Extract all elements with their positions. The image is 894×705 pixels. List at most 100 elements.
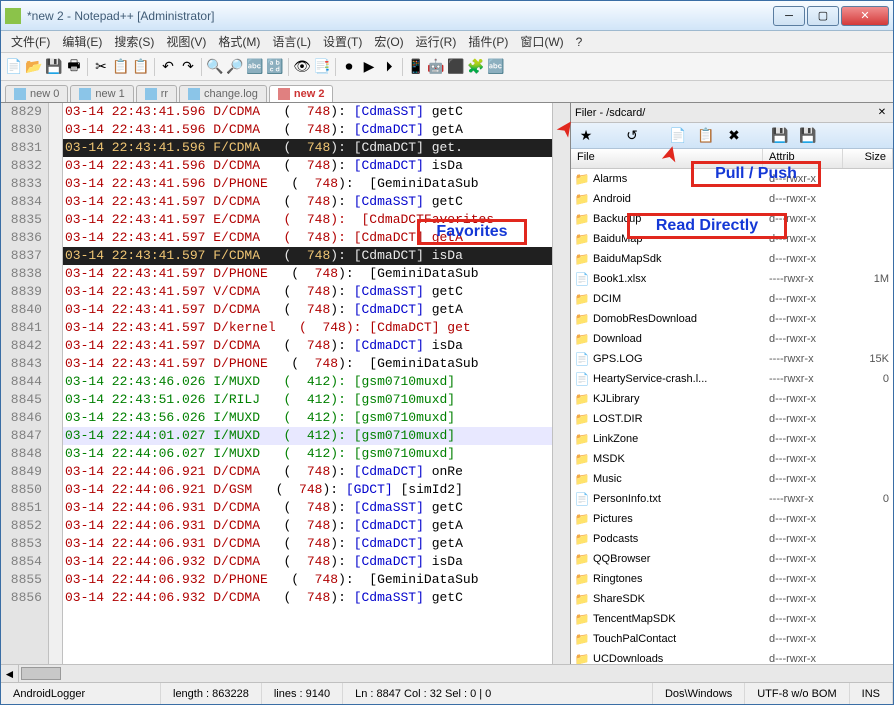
copy-icon[interactable]: 📋 bbox=[697, 127, 715, 145]
code-line[interactable]: 03-14 22:44:06.932 D/CDMA ( 748): [CdmaS… bbox=[63, 589, 552, 607]
filer-row[interactable]: TouchPalContactd---rwxr-x bbox=[571, 629, 893, 649]
tab[interactable]: new 0 bbox=[5, 85, 68, 102]
code-line[interactable]: 03-14 22:43:41.596 D/CDMA ( 748): [CdmaS… bbox=[63, 103, 552, 121]
toolbar-button[interactable]: 🔤 bbox=[487, 58, 505, 76]
filer-row[interactable]: TencentMapSDKd---rwxr-x bbox=[571, 609, 893, 629]
open-icon[interactable]: 📄 bbox=[669, 127, 687, 145]
code-line[interactable]: 03-14 22:43:41.597 D/PHONE ( 748): [Gemi… bbox=[63, 355, 552, 373]
toolbar-button[interactable]: 🤖 bbox=[427, 58, 445, 76]
filer-row[interactable]: Picturesd---rwxr-x bbox=[571, 509, 893, 529]
code-line[interactable]: 03-14 22:43:41.597 D/CDMA ( 748): [CdmaS… bbox=[63, 193, 552, 211]
editor[interactable]: 8829883088318832883388348835883688378838… bbox=[1, 103, 570, 664]
toolbar-button[interactable]: 📱 bbox=[407, 58, 425, 76]
toolbar-button[interactable]: ▶ bbox=[360, 58, 378, 76]
menu-item[interactable]: 搜索(S) bbox=[108, 31, 160, 52]
filer-row[interactable]: MSDKd---rwxr-x bbox=[571, 449, 893, 469]
code-line[interactable]: 03-14 22:43:41.597 V/CDMA ( 748): [CdmaS… bbox=[63, 283, 552, 301]
menu-item[interactable]: 编辑(E) bbox=[56, 31, 108, 52]
code-line[interactable]: 03-14 22:43:46.026 I/MUXD ( 412): [gsm07… bbox=[63, 373, 552, 391]
filer-row[interactable]: HeartyService-crash.l...----rwxr-x0 bbox=[571, 369, 893, 389]
filer-row[interactable]: ShareSDKd---rwxr-x bbox=[571, 589, 893, 609]
filer-row[interactable]: UCDownloadsd---rwxr-x bbox=[571, 649, 893, 664]
tab[interactable]: new 2 bbox=[269, 85, 334, 102]
code-line[interactable]: 03-14 22:43:41.596 D/CDMA ( 748): [CdmaD… bbox=[63, 121, 552, 139]
code-line[interactable]: 03-14 22:43:51.026 I/RILJ ( 412): [gsm07… bbox=[63, 391, 552, 409]
filer-row[interactable]: Androidd---rwxr-x bbox=[571, 189, 893, 209]
filer-row[interactable]: Musicd---rwxr-x bbox=[571, 469, 893, 489]
code-line[interactable]: 03-14 22:44:06.027 I/MUXD ( 412): [gsm07… bbox=[63, 445, 552, 463]
menu-item[interactable]: 设置(T) bbox=[317, 31, 368, 52]
filer-row[interactable]: Downloadd---rwxr-x bbox=[571, 329, 893, 349]
filer-row[interactable]: LinkZoned---rwxr-x bbox=[571, 429, 893, 449]
code-line[interactable]: 03-14 22:43:56.026 I/MUXD ( 412): [gsm07… bbox=[63, 409, 552, 427]
code-line[interactable]: 03-14 22:44:06.931 D/CDMA ( 748): [CdmaD… bbox=[63, 535, 552, 553]
horizontal-scrollbar[interactable]: ◄ bbox=[1, 664, 893, 682]
filer-row[interactable]: KJLibraryd---rwxr-x bbox=[571, 389, 893, 409]
toolbar-button[interactable]: 📑 bbox=[313, 58, 331, 76]
toolbar-button[interactable]: ⏺ bbox=[340, 58, 358, 76]
toolbar-button[interactable]: 💾 bbox=[45, 58, 63, 76]
code-line[interactable]: 03-14 22:43:41.596 D/PHONE ( 748): [Gemi… bbox=[63, 175, 552, 193]
code-line[interactable]: 03-14 22:43:41.597 D/PHONE ( 748): [Gemi… bbox=[63, 265, 552, 283]
toolbar-button[interactable]: 🔤 bbox=[246, 58, 264, 76]
menu-item[interactable]: 运行(R) bbox=[410, 31, 463, 52]
toolbar-button[interactable]: ⏵ bbox=[380, 58, 398, 76]
filer-list[interactable]: Alarmsd---rwxr-xAndroidd---rwxr-xBackucu… bbox=[571, 169, 893, 664]
toolbar-button[interactable]: 🧩 bbox=[467, 58, 485, 76]
code-line[interactable]: 03-14 22:43:41.597 D/CDMA ( 748): [CdmaD… bbox=[63, 337, 552, 355]
code-line[interactable]: 03-14 22:43:41.597 F/CDMA ( 748): [CdmaD… bbox=[63, 247, 552, 265]
tab[interactable]: rr bbox=[136, 85, 177, 102]
refresh-icon[interactable]: ↺ bbox=[623, 127, 641, 145]
delete-icon[interactable]: ✖ bbox=[725, 127, 743, 145]
menu-item[interactable]: 文件(F) bbox=[5, 31, 56, 52]
menu-item[interactable]: ? bbox=[570, 33, 589, 51]
code-line[interactable]: 03-14 22:44:06.931 D/CDMA ( 748): [CdmaS… bbox=[63, 499, 552, 517]
tab[interactable]: new 1 bbox=[70, 85, 133, 102]
filer-row[interactable]: Book1.xlsx----rwxr-x1M bbox=[571, 269, 893, 289]
toolbar-button[interactable]: ✂ bbox=[92, 58, 110, 76]
filer-row[interactable]: Ringtonesd---rwxr-x bbox=[571, 569, 893, 589]
toolbar-button[interactable]: 🔎 bbox=[226, 58, 244, 76]
filer-row[interactable]: DCIMd---rwxr-x bbox=[571, 289, 893, 309]
menu-item[interactable]: 视图(V) bbox=[160, 31, 212, 52]
filer-row[interactable]: LOST.DIRd---rwxr-x bbox=[571, 409, 893, 429]
menu-item[interactable]: 语言(L) bbox=[266, 31, 317, 52]
toolbar-button[interactable]: 📄 bbox=[5, 58, 23, 76]
filer-row[interactable]: Podcastsd---rwxr-x bbox=[571, 529, 893, 549]
toolbar-button[interactable]: 🔍 bbox=[206, 58, 224, 76]
toolbar-button[interactable]: ⬛ bbox=[447, 58, 465, 76]
vertical-scrollbar[interactable] bbox=[552, 103, 570, 664]
toolbar-button[interactable]: 🔡 bbox=[266, 58, 284, 76]
code-line[interactable]: 03-14 22:44:01.027 I/MUXD ( 412): [gsm07… bbox=[63, 427, 552, 445]
col-size[interactable]: Size bbox=[843, 149, 893, 168]
maximize-button[interactable]: ▢ bbox=[807, 6, 839, 26]
filer-row[interactable]: BaiduMapSdkd---rwxr-x bbox=[571, 249, 893, 269]
toolbar-button[interactable]: 👁 bbox=[293, 58, 311, 76]
code-line[interactable]: 03-14 22:44:06.921 D/CDMA ( 748): [CdmaD… bbox=[63, 463, 552, 481]
toolbar-button[interactable]: 📋 bbox=[112, 58, 130, 76]
filer-row[interactable]: GPS.LOG----rwxr-x15K bbox=[571, 349, 893, 369]
toolbar-button[interactable]: 📋 bbox=[132, 58, 150, 76]
code-area[interactable]: 03-14 22:43:41.596 D/CDMA ( 748): [CdmaS… bbox=[63, 103, 552, 664]
filer-row[interactable]: PersonInfo.txt----rwxr-x0 bbox=[571, 489, 893, 509]
minimize-button[interactable]: ─ bbox=[773, 6, 805, 26]
menu-item[interactable]: 插件(P) bbox=[462, 31, 514, 52]
toolbar-button[interactable]: ↷ bbox=[179, 58, 197, 76]
scroll-left-button[interactable]: ◄ bbox=[1, 665, 19, 682]
push-icon[interactable]: 💾 bbox=[799, 127, 817, 145]
code-line[interactable]: 03-14 22:44:06.921 D/GSM ( 748): [GDCT] … bbox=[63, 481, 552, 499]
toolbar-button[interactable]: 📂 bbox=[25, 58, 43, 76]
code-line[interactable]: 03-14 22:44:06.931 D/CDMA ( 748): [CdmaD… bbox=[63, 517, 552, 535]
code-line[interactable]: 03-14 22:43:41.597 D/CDMA ( 748): [CdmaD… bbox=[63, 301, 552, 319]
toolbar-button[interactable]: ↶ bbox=[159, 58, 177, 76]
code-line[interactable]: 03-14 22:43:41.597 D/kernel ( 748): [Cdm… bbox=[63, 319, 552, 337]
menu-item[interactable]: 窗口(W) bbox=[514, 31, 569, 52]
menu-item[interactable]: 格式(M) bbox=[212, 31, 266, 52]
close-button[interactable]: ✕ bbox=[841, 6, 889, 26]
code-line[interactable]: 03-14 22:43:41.596 D/CDMA ( 748): [CdmaD… bbox=[63, 157, 552, 175]
scroll-thumb[interactable] bbox=[21, 667, 61, 680]
filer-row[interactable]: QQBrowserd---rwxr-x bbox=[571, 549, 893, 569]
code-line[interactable]: 03-14 22:43:41.596 F/CDMA ( 748): [CdmaD… bbox=[63, 139, 552, 157]
code-line[interactable]: 03-14 22:44:06.932 D/CDMA ( 748): [CdmaD… bbox=[63, 553, 552, 571]
code-line[interactable]: 03-14 22:44:06.932 D/PHONE ( 748): [Gemi… bbox=[63, 571, 552, 589]
